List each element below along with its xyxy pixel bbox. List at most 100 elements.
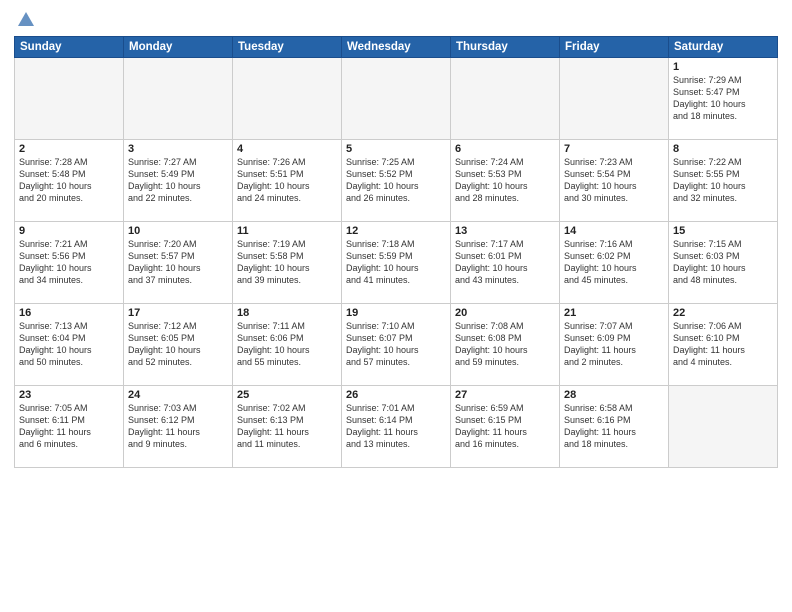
day-info: Sunrise: 7:20 AM Sunset: 5:57 PM Dayligh… [128, 238, 228, 287]
day-number: 16 [19, 307, 119, 319]
day-info: Sunrise: 7:08 AM Sunset: 6:08 PM Dayligh… [455, 320, 555, 369]
weekday-header-monday: Monday [124, 37, 233, 58]
weekday-header-row: SundayMondayTuesdayWednesdayThursdayFrid… [15, 37, 778, 58]
calendar-cell: 16Sunrise: 7:13 AM Sunset: 6:04 PM Dayli… [15, 304, 124, 386]
day-info: Sunrise: 7:06 AM Sunset: 6:10 PM Dayligh… [673, 320, 773, 369]
calendar-cell: 5Sunrise: 7:25 AM Sunset: 5:52 PM Daylig… [342, 140, 451, 222]
day-info: Sunrise: 7:24 AM Sunset: 5:53 PM Dayligh… [455, 156, 555, 205]
day-number: 13 [455, 225, 555, 237]
day-number: 23 [19, 389, 119, 401]
day-info: Sunrise: 7:02 AM Sunset: 6:13 PM Dayligh… [237, 402, 337, 451]
day-info: Sunrise: 7:17 AM Sunset: 6:01 PM Dayligh… [455, 238, 555, 287]
day-number: 3 [128, 143, 228, 155]
calendar-cell: 13Sunrise: 7:17 AM Sunset: 6:01 PM Dayli… [451, 222, 560, 304]
calendar-cell [669, 386, 778, 468]
day-number: 21 [564, 307, 664, 319]
calendar-cell: 2Sunrise: 7:28 AM Sunset: 5:48 PM Daylig… [15, 140, 124, 222]
calendar-cell [451, 58, 560, 140]
day-info: Sunrise: 7:18 AM Sunset: 5:59 PM Dayligh… [346, 238, 446, 287]
week-row-1: 2Sunrise: 7:28 AM Sunset: 5:48 PM Daylig… [15, 140, 778, 222]
calendar-cell: 24Sunrise: 7:03 AM Sunset: 6:12 PM Dayli… [124, 386, 233, 468]
day-info: Sunrise: 7:23 AM Sunset: 5:54 PM Dayligh… [564, 156, 664, 205]
week-row-0: 1Sunrise: 7:29 AM Sunset: 5:47 PM Daylig… [15, 58, 778, 140]
calendar-cell: 15Sunrise: 7:15 AM Sunset: 6:03 PM Dayli… [669, 222, 778, 304]
day-number: 11 [237, 225, 337, 237]
day-info: Sunrise: 7:22 AM Sunset: 5:55 PM Dayligh… [673, 156, 773, 205]
day-info: Sunrise: 7:03 AM Sunset: 6:12 PM Dayligh… [128, 402, 228, 451]
day-number: 2 [19, 143, 119, 155]
day-number: 19 [346, 307, 446, 319]
weekday-header-wednesday: Wednesday [342, 37, 451, 58]
weekday-header-sunday: Sunday [15, 37, 124, 58]
day-info: Sunrise: 7:26 AM Sunset: 5:51 PM Dayligh… [237, 156, 337, 205]
calendar-cell: 26Sunrise: 7:01 AM Sunset: 6:14 PM Dayli… [342, 386, 451, 468]
logo [14, 10, 36, 28]
day-info: Sunrise: 7:16 AM Sunset: 6:02 PM Dayligh… [564, 238, 664, 287]
calendar-cell: 21Sunrise: 7:07 AM Sunset: 6:09 PM Dayli… [560, 304, 669, 386]
logo-icon [16, 10, 36, 28]
page: SundayMondayTuesdayWednesdayThursdayFrid… [0, 0, 792, 612]
day-number: 7 [564, 143, 664, 155]
calendar-cell: 10Sunrise: 7:20 AM Sunset: 5:57 PM Dayli… [124, 222, 233, 304]
calendar-cell: 23Sunrise: 7:05 AM Sunset: 6:11 PM Dayli… [15, 386, 124, 468]
day-number: 1 [673, 61, 773, 73]
calendar-cell: 17Sunrise: 7:12 AM Sunset: 6:05 PM Dayli… [124, 304, 233, 386]
day-number: 17 [128, 307, 228, 319]
day-info: Sunrise: 7:10 AM Sunset: 6:07 PM Dayligh… [346, 320, 446, 369]
calendar-cell: 3Sunrise: 7:27 AM Sunset: 5:49 PM Daylig… [124, 140, 233, 222]
weekday-header-thursday: Thursday [451, 37, 560, 58]
weekday-header-tuesday: Tuesday [233, 37, 342, 58]
day-info: Sunrise: 7:25 AM Sunset: 5:52 PM Dayligh… [346, 156, 446, 205]
day-number: 4 [237, 143, 337, 155]
weekday-header-saturday: Saturday [669, 37, 778, 58]
week-row-4: 23Sunrise: 7:05 AM Sunset: 6:11 PM Dayli… [15, 386, 778, 468]
day-info: Sunrise: 7:12 AM Sunset: 6:05 PM Dayligh… [128, 320, 228, 369]
calendar-cell: 9Sunrise: 7:21 AM Sunset: 5:56 PM Daylig… [15, 222, 124, 304]
calendar-cell: 14Sunrise: 7:16 AM Sunset: 6:02 PM Dayli… [560, 222, 669, 304]
calendar-cell: 8Sunrise: 7:22 AM Sunset: 5:55 PM Daylig… [669, 140, 778, 222]
day-info: Sunrise: 7:05 AM Sunset: 6:11 PM Dayligh… [19, 402, 119, 451]
day-number: 8 [673, 143, 773, 155]
day-info: Sunrise: 6:58 AM Sunset: 6:16 PM Dayligh… [564, 402, 664, 451]
day-info: Sunrise: 7:27 AM Sunset: 5:49 PM Dayligh… [128, 156, 228, 205]
day-info: Sunrise: 7:07 AM Sunset: 6:09 PM Dayligh… [564, 320, 664, 369]
calendar-cell: 18Sunrise: 7:11 AM Sunset: 6:06 PM Dayli… [233, 304, 342, 386]
week-row-2: 9Sunrise: 7:21 AM Sunset: 5:56 PM Daylig… [15, 222, 778, 304]
calendar-cell: 11Sunrise: 7:19 AM Sunset: 5:58 PM Dayli… [233, 222, 342, 304]
calendar-cell: 12Sunrise: 7:18 AM Sunset: 5:59 PM Dayli… [342, 222, 451, 304]
calendar-cell: 28Sunrise: 6:58 AM Sunset: 6:16 PM Dayli… [560, 386, 669, 468]
day-number: 20 [455, 307, 555, 319]
calendar-table: SundayMondayTuesdayWednesdayThursdayFrid… [14, 36, 778, 468]
day-number: 22 [673, 307, 773, 319]
calendar-cell: 7Sunrise: 7:23 AM Sunset: 5:54 PM Daylig… [560, 140, 669, 222]
calendar-cell: 25Sunrise: 7:02 AM Sunset: 6:13 PM Dayli… [233, 386, 342, 468]
calendar-cell [124, 58, 233, 140]
day-number: 25 [237, 389, 337, 401]
day-number: 28 [564, 389, 664, 401]
day-info: Sunrise: 7:11 AM Sunset: 6:06 PM Dayligh… [237, 320, 337, 369]
weekday-header-friday: Friday [560, 37, 669, 58]
day-number: 5 [346, 143, 446, 155]
day-number: 18 [237, 307, 337, 319]
calendar-cell: 6Sunrise: 7:24 AM Sunset: 5:53 PM Daylig… [451, 140, 560, 222]
day-info: Sunrise: 7:19 AM Sunset: 5:58 PM Dayligh… [237, 238, 337, 287]
week-row-3: 16Sunrise: 7:13 AM Sunset: 6:04 PM Dayli… [15, 304, 778, 386]
header [14, 10, 778, 28]
day-info: Sunrise: 7:21 AM Sunset: 5:56 PM Dayligh… [19, 238, 119, 287]
day-number: 10 [128, 225, 228, 237]
day-number: 15 [673, 225, 773, 237]
day-number: 12 [346, 225, 446, 237]
day-info: Sunrise: 7:29 AM Sunset: 5:47 PM Dayligh… [673, 74, 773, 123]
calendar-cell [233, 58, 342, 140]
day-number: 27 [455, 389, 555, 401]
calendar-cell: 20Sunrise: 7:08 AM Sunset: 6:08 PM Dayli… [451, 304, 560, 386]
day-info: Sunrise: 7:01 AM Sunset: 6:14 PM Dayligh… [346, 402, 446, 451]
day-info: Sunrise: 7:15 AM Sunset: 6:03 PM Dayligh… [673, 238, 773, 287]
calendar-cell [560, 58, 669, 140]
day-info: Sunrise: 7:13 AM Sunset: 6:04 PM Dayligh… [19, 320, 119, 369]
day-number: 14 [564, 225, 664, 237]
calendar-cell: 4Sunrise: 7:26 AM Sunset: 5:51 PM Daylig… [233, 140, 342, 222]
day-info: Sunrise: 6:59 AM Sunset: 6:15 PM Dayligh… [455, 402, 555, 451]
calendar-cell: 27Sunrise: 6:59 AM Sunset: 6:15 PM Dayli… [451, 386, 560, 468]
calendar-cell [342, 58, 451, 140]
